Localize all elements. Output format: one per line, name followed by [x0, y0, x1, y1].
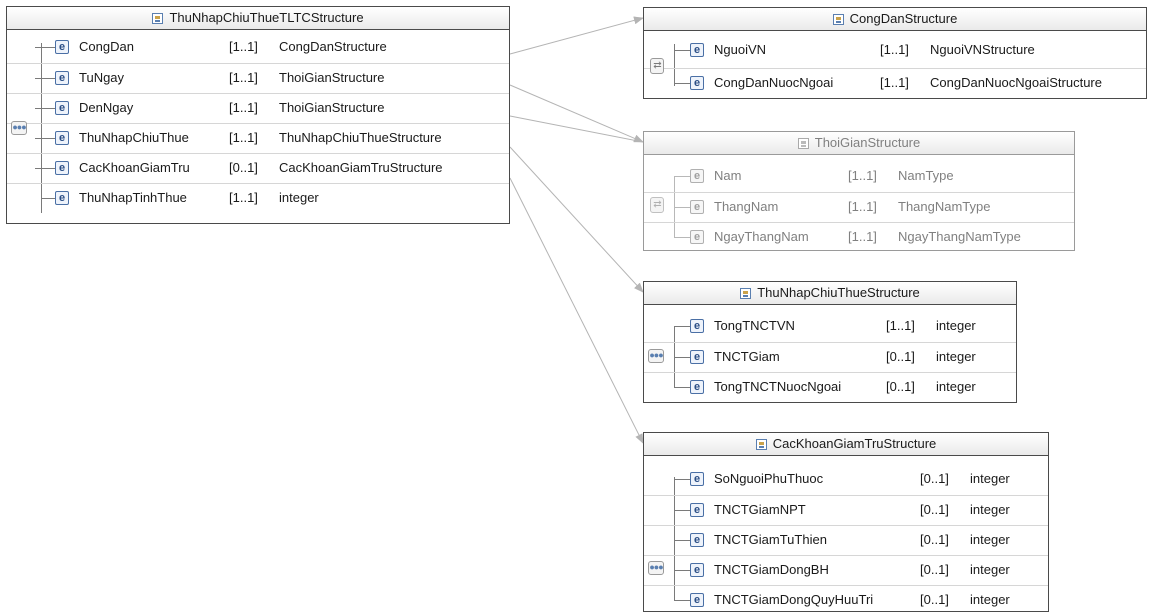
element-icon: e — [55, 191, 69, 205]
element-row[interactable]: e DenNgay [1..1] ThoiGianStructure — [7, 93, 509, 122]
element-icon: e — [690, 472, 704, 486]
complex-type-icon — [152, 13, 164, 24]
element-row[interactable]: e TongTNCTNuocNgoai [0..1] integer — [644, 372, 1016, 401]
sequence-compositor-icon[interactable]: ●●● — [648, 349, 664, 363]
congdan-structure-title: CongDanStructure — [644, 8, 1146, 31]
root-structure-box[interactable]: ThuNhapChiuThueTLTCStructure e CongDan [1.… — [6, 6, 510, 224]
congdan-structure-box[interactable]: CongDanStructure e NguoiVN [1..1] NguoiVNSt… — [643, 7, 1147, 99]
sequence-compositor-icon[interactable]: ●●● — [11, 121, 27, 135]
thoigian-structure-box[interactable]: ThoiGianStructure e Nam [1..1] NamType e Tha… — [643, 131, 1075, 251]
element-icon: e — [55, 40, 69, 54]
element-row[interactable]: e TuNgay [1..1] ThoiGianStructure — [7, 63, 509, 92]
element-icon: e — [690, 230, 704, 244]
link-denngay — [509, 115, 644, 143]
element-icon: e — [690, 593, 704, 607]
link-tungay — [509, 84, 644, 143]
link-giamtru — [509, 177, 644, 444]
element-icon: e — [55, 131, 69, 145]
thunhap-structure-title: ThuNhapChiuThueStructure — [644, 282, 1016, 305]
element-icon: e — [690, 319, 704, 333]
sequence-compositor-icon[interactable]: ●●● — [648, 561, 664, 575]
element-row[interactable]: e CacKhoanGiamTru [0..1] CacKhoanGiamTruStr… — [7, 153, 509, 182]
element-row[interactable]: e TongTNCTVN [1..1] integer — [644, 312, 1016, 340]
element-row[interactable]: e TNCTGiamTuThien [0..1] integer — [644, 525, 1048, 554]
element-row[interactable]: e TNCTGiamNPT [0..1] integer — [644, 495, 1048, 524]
complex-type-icon — [832, 14, 844, 25]
element-icon: e — [55, 161, 69, 175]
element-icon: e — [690, 533, 704, 547]
element-icon: e — [690, 503, 704, 517]
element-row[interactable]: e CongDan [1..1] CongDanStructure — [7, 33, 509, 61]
complex-type-icon — [797, 138, 809, 149]
element-icon: e — [690, 43, 704, 57]
element-icon: e — [690, 169, 704, 183]
complex-type-icon — [740, 288, 752, 299]
giamtru-structure-box[interactable]: CacKhoanGiamTruStructure e SoNguoiPhuThuo… — [643, 432, 1049, 612]
element-row[interactable]: e NguoiVN [1..1] NguoiVNStructure — [644, 36, 1146, 64]
thoigian-structure-title: ThoiGianStructure — [644, 132, 1074, 155]
giamtru-structure-title: CacKhoanGiamTruStructure — [644, 433, 1048, 456]
choice-compositor-icon[interactable]: ⇄ — [650, 58, 664, 74]
element-row[interactable]: e SoNguoiPhuThuoc [0..1] integer — [644, 465, 1048, 493]
element-row[interactable]: e Nam [1..1] NamType — [644, 162, 1074, 190]
complex-type-icon — [755, 439, 767, 450]
element-row[interactable]: e TNCTGiam [0..1] integer — [644, 342, 1016, 371]
element-icon: e — [690, 350, 704, 364]
thunhap-structure-box[interactable]: ThuNhapChiuThueStructure e TongTNCTVN [1..… — [643, 281, 1017, 403]
element-icon: e — [690, 563, 704, 577]
element-row[interactable]: e TNCTGiamDongBH [0..1] integer — [644, 555, 1048, 584]
choice-compositor-icon[interactable]: ⇄ — [650, 197, 664, 213]
element-row[interactable]: e TNCTGiamDongQuyHuuTri [0..1] integer — [644, 585, 1048, 614]
link-congdan — [509, 16, 644, 55]
link-thunhap — [509, 146, 644, 293]
element-row[interactable]: e CongDanNuocNgoai [1..1] CongDanNuocNgoaiS… — [644, 68, 1146, 97]
element-row[interactable]: e NgayThangNam [1..1] NgayThangNamType — [644, 222, 1074, 251]
element-row[interactable]: e ThuNhapTinhThue [1..1] integer — [7, 183, 509, 212]
element-icon: e — [690, 76, 704, 90]
root-structure-title: ThuNhapChiuThueTLTCStructure — [7, 7, 509, 30]
element-icon: e — [690, 200, 704, 214]
element-row[interactable]: e ThangNam [1..1] ThangNamType — [644, 192, 1074, 221]
element-icon: e — [55, 71, 69, 85]
element-icon: e — [690, 380, 704, 394]
element-icon: e — [55, 101, 69, 115]
element-row[interactable]: e ThuNhapChiuThue [1..1] ThuNhapChiuThueStr… — [7, 123, 509, 152]
